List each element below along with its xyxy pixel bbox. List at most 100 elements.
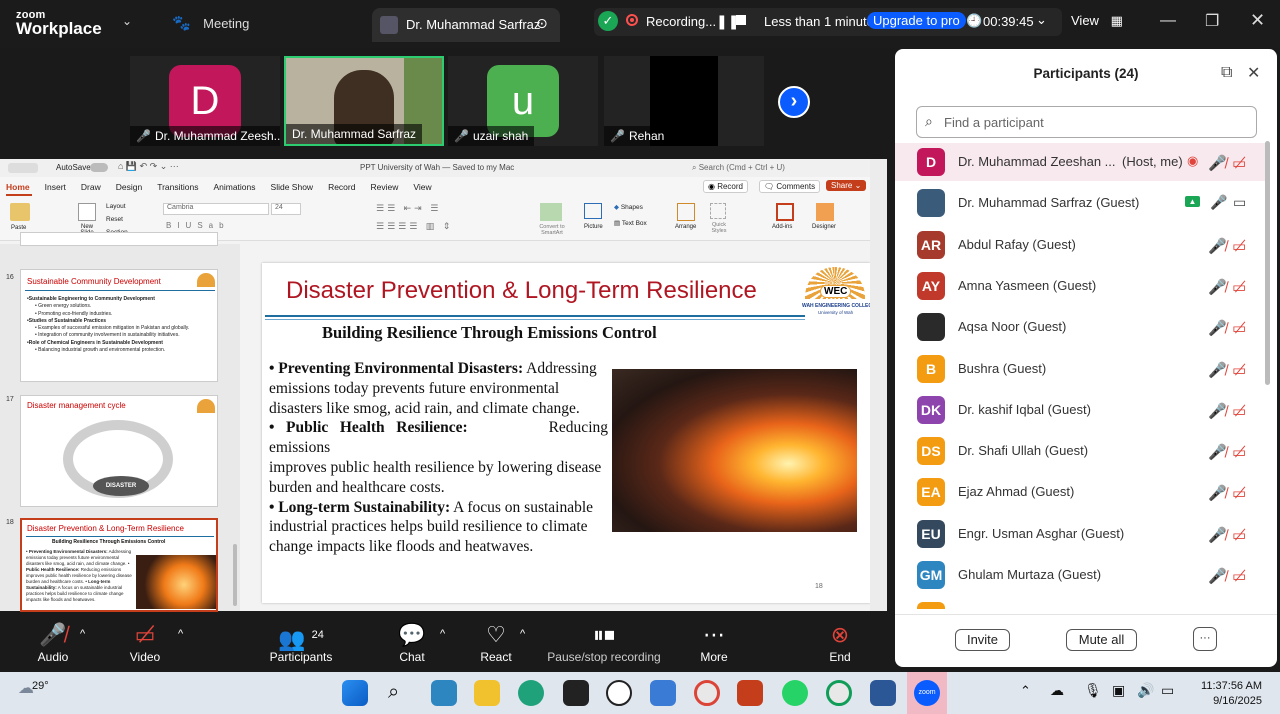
end-button[interactable]: ⊗ End	[820, 622, 860, 664]
record-button[interactable]: ◉ Record	[703, 180, 748, 193]
participants-button[interactable]: 👥 24 Participants	[262, 622, 340, 664]
timer-chevron-icon[interactable]: ⌄	[1036, 12, 1047, 28]
autosave-toggle[interactable]	[90, 163, 108, 172]
muted-mic-icon[interactable]: 🎤̸	[1208, 278, 1227, 296]
participant-row[interactable]: DS Dr. Shafi Ullah (Guest) 🎤̸ ▭̸	[895, 432, 1267, 470]
text-format-buttons[interactable]: BIUSab	[166, 221, 230, 230]
video-off-icon[interactable]: ▭̸	[1232, 443, 1246, 461]
share-tab[interactable]: Dr. Muhammad Sarfraz ⊙	[372, 8, 560, 42]
tab-record[interactable]: Record	[328, 182, 355, 192]
participant-row[interactable]: AR Abdul Rafay (Guest) 🎤̸ ▭̸	[895, 226, 1267, 264]
audio-options-chevron-icon[interactable]: ^	[80, 628, 85, 640]
word-icon[interactable]	[870, 680, 896, 706]
chat-button[interactable]: 💬 Chat	[390, 622, 434, 664]
edge-icon[interactable]	[518, 680, 544, 706]
font-select[interactable]: Cambria	[163, 203, 269, 215]
tab-view[interactable]: View	[413, 182, 431, 192]
muted-mic-icon[interactable]: 🎤̸	[1208, 402, 1227, 420]
video-off-icon[interactable]: ▭̸	[1232, 402, 1246, 420]
slide-thumbnail-17[interactable]: Disaster management cycle DISASTER	[20, 395, 218, 507]
video-off-icon[interactable]: ▭̸	[1232, 237, 1246, 255]
tab-transitions[interactable]: Transitions	[157, 182, 198, 192]
search-icon[interactable]: ⌕	[388, 681, 399, 704]
comments-button[interactable]: 🗨 Comments	[759, 180, 821, 193]
tab-animations[interactable]: Animations	[213, 182, 255, 192]
participant-row[interactable]: Aqsa Noor (Guest) 🎤̸ ▭̸	[895, 308, 1267, 346]
paste-icon[interactable]	[10, 203, 30, 221]
textbox-button[interactable]: ▤ Text Box	[614, 219, 647, 227]
pause-stop-recording-button[interactable]: ⏸⏹ Pause/stop recording	[540, 622, 668, 664]
tab-insert[interactable]: Insert	[45, 182, 66, 192]
minimize-icon[interactable]: —	[1160, 12, 1176, 30]
video-tile[interactable]: 🎤 Rehan	[604, 56, 764, 146]
sidebar-toggle-icon[interactable]	[8, 163, 38, 173]
quick-styles-icon[interactable]	[710, 203, 726, 219]
cloud-icon[interactable]: ☁	[1050, 682, 1064, 699]
view-button[interactable]: View ▦	[1071, 13, 1123, 29]
network-icon[interactable]: ▣	[1112, 682, 1125, 699]
tab-slide-show[interactable]: Slide Show	[271, 182, 314, 192]
search-field[interactable]: ⌕ Search (Cmd + Ctrl + U)	[692, 163, 785, 173]
slide-thumbnail[interactable]	[20, 232, 218, 246]
share-button[interactable]: Share ⌄	[826, 180, 867, 191]
add-ins-icon[interactable]	[776, 203, 794, 221]
list-scrollbar[interactable]	[1265, 141, 1270, 385]
thumbnail-scrollbar[interactable]	[233, 544, 237, 606]
chrome-icon[interactable]	[694, 680, 720, 706]
participant-row[interactable]: DK Dr. kashif Iqbal (Guest) 🎤̸ ▭̸	[895, 391, 1267, 429]
more-icon[interactable]: ⊙	[536, 15, 548, 32]
chatgpt-icon[interactable]	[606, 680, 632, 706]
tab-design[interactable]: Design	[116, 182, 142, 192]
muted-mic-icon[interactable]: 🎤̸	[1208, 237, 1227, 255]
pop-out-icon[interactable]: ⧉	[1221, 64, 1232, 82]
video-off-icon[interactable]: ▭̸	[1232, 278, 1246, 296]
tab-draw[interactable]: Draw	[81, 182, 101, 192]
volume-icon[interactable]: 🔊	[1137, 682, 1154, 699]
whatsapp-icon[interactable]	[782, 680, 808, 706]
layout-button[interactable]: Layout	[106, 203, 126, 210]
reset-button[interactable]: Reset	[106, 216, 123, 223]
upgrade-button[interactable]: Upgrade to pro	[867, 12, 966, 29]
video-off-icon[interactable]: ▭̸	[1232, 484, 1246, 502]
participant-search[interactable]: ⌕ Find a participant	[916, 106, 1257, 138]
font-size-select[interactable]: 24	[271, 203, 301, 215]
powerpoint-icon[interactable]	[737, 680, 763, 706]
video-off-icon[interactable]: ▭̸	[1232, 567, 1246, 585]
slide-thumbnail-16[interactable]: Sustainable Community Development •Susta…	[20, 269, 218, 382]
slide-scrollbar[interactable]	[870, 159, 887, 611]
new-slide-icon[interactable]	[78, 203, 96, 221]
muted-mic-icon[interactable]: 🎤̸	[1208, 154, 1227, 172]
zoom-icon[interactable]: zoom	[914, 680, 940, 706]
react-button[interactable]: ♡ React	[474, 622, 518, 664]
app-icon[interactable]	[563, 680, 589, 706]
paragraph-buttons[interactable]: ☰☰ ⇤⇥ ☰	[376, 203, 441, 214]
participant-row[interactable]: B Bushra (Guest) 🎤̸ ▭̸	[895, 350, 1267, 388]
muted-mic-icon[interactable]: 🎤̸	[1208, 443, 1227, 461]
chat-options-chevron-icon[interactable]: ^	[440, 628, 445, 640]
file-explorer-icon[interactable]	[474, 680, 500, 706]
video-off-icon[interactable]: ▭̸	[1232, 526, 1246, 544]
slide-thumbnail-18-selected[interactable]: Disaster Prevention & Long-Term Resilien…	[20, 518, 218, 612]
camera-icon[interactable]: ▭	[1233, 194, 1246, 211]
chevron-up-icon[interactable]: ⌃	[1020, 683, 1031, 699]
close-icon[interactable]: ✕	[1247, 63, 1260, 83]
muted-mic-icon[interactable]: 🎤̸	[1208, 319, 1227, 337]
meeting-tab[interactable]: 🐾 Meeting	[172, 14, 249, 33]
muted-mic-icon[interactable]: 🎤̸	[1208, 361, 1227, 379]
participant-row[interactable]: EU Engr. Usman Asghar (Guest) 🎤̸ ▭̸	[895, 515, 1267, 553]
participant-row[interactable]: AY Amna Yasmeen (Guest) 🎤̸ ▭̸	[895, 267, 1267, 305]
react-options-chevron-icon[interactable]: ^	[520, 628, 525, 640]
store-icon[interactable]	[431, 680, 457, 706]
tab-review[interactable]: Review	[370, 182, 398, 192]
battery-icon[interactable]: ▭	[1161, 682, 1174, 699]
muted-mic-icon[interactable]: 🎤̸	[1208, 484, 1227, 502]
participant-row[interactable]: D Dr. Muhammad Zeeshan ... (Host, me) ◉ 🎤̸ ▭̸	[895, 143, 1267, 181]
video-off-icon[interactable]: ▭̸	[1232, 154, 1246, 172]
video-off-icon[interactable]: ▭̸	[1232, 361, 1246, 379]
video-button[interactable]: ▭̸ Video	[120, 622, 170, 664]
shapes-button[interactable]: ◆ Shapes	[614, 203, 643, 211]
video-tile[interactable]: u 🎤 uzair shah	[448, 56, 598, 146]
mic-icon[interactable]: 🎙	[1084, 682, 1102, 699]
chrome-profile-icon[interactable]	[826, 680, 852, 706]
audio-button[interactable]: 🎤̸ Audio	[28, 622, 78, 664]
